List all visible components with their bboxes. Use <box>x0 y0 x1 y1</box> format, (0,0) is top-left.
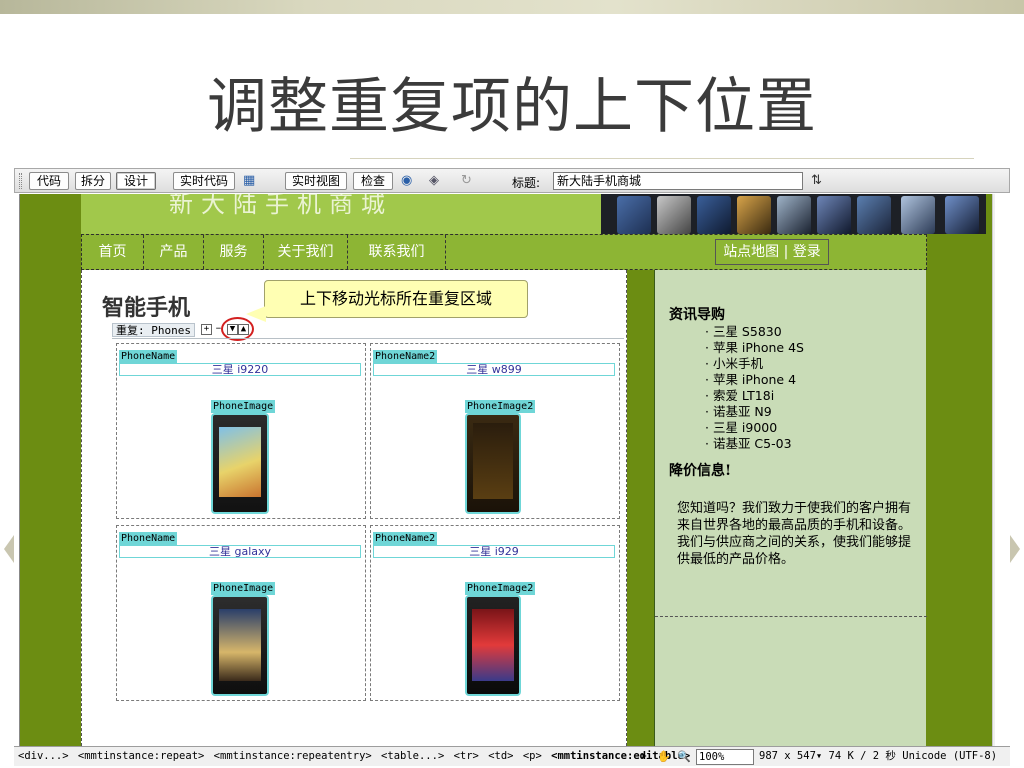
status-bar: <div...> <mmtinstance:repeat> <mmtinstan… <box>14 746 1010 766</box>
tag-path-item[interactable]: <table...> <box>381 750 444 762</box>
nav-item-products[interactable]: 产品 <box>144 235 204 269</box>
document-title-input[interactable]: 新大陆手机商城 <box>553 172 803 190</box>
tag-path-item[interactable]: <div...> <box>18 750 69 762</box>
live-code-button[interactable]: 实时代码 <box>173 172 235 190</box>
phone-name-field[interactable]: 三星 w899 <box>373 363 615 376</box>
callout-note: 上下移动光标所在重复区域 <box>264 280 528 318</box>
tag-path-item[interactable]: <mmtinstance:repeatentry> <box>214 750 372 762</box>
phone-cell[interactable]: PhoneName2 三星 w899 PhoneImage2 <box>370 343 620 519</box>
file-management-icon[interactable]: ▦ <box>243 173 255 189</box>
slide-title: 调整重复项的上下位置 <box>207 72 817 142</box>
visual-aids-icon[interactable]: ◈ <box>429 173 439 189</box>
vertical-scrollbar[interactable]: ▲ ▼ <box>992 194 995 746</box>
repeat-add-icon[interactable]: + <box>201 324 212 335</box>
sitemap-login-link[interactable]: 站点地图 | 登录 <box>715 239 829 265</box>
slide-prev-arrow-icon <box>4 535 14 563</box>
toolbar-grip[interactable] <box>19 173 22 189</box>
tag-selector: <div...> <mmtinstance:repeat> <mmtinstan… <box>18 747 693 765</box>
phone-name-tag: PhoneName <box>119 350 178 363</box>
repeat-region-label: 重复: Phones <box>112 323 195 337</box>
zoom-tool-icon[interactable]: 🔍 <box>676 749 692 765</box>
tag-path-item[interactable]: <mmtinstance:repeat> <box>78 750 204 762</box>
code-view-button[interactable]: 代码 <box>29 172 69 190</box>
phone-name-tag: PhoneName2 <box>373 350 438 363</box>
tag-path-item[interactable]: <tr> <box>454 750 479 762</box>
phone-image[interactable] <box>465 595 521 696</box>
document-toolbar: 代码 拆分 设计 实时代码 ▦ 实时视图 检查 ◉ ◈ ↻ 标题: 新大陆手机商… <box>14 168 1010 193</box>
phone-cell[interactable]: PhoneName 三星 i9220 PhoneImage <box>116 343 366 519</box>
zoom-select[interactable]: 100% <box>696 749 754 765</box>
hand-tool-icon[interactable]: ✋ <box>656 749 672 765</box>
browser-preview-icon[interactable]: ◉ <box>401 173 412 189</box>
main-content: 智能手机 上下移动光标所在重复区域 重复: Phones + − ▼ ▲ Pho… <box>81 270 627 746</box>
tag-path-item[interactable]: <p> <box>523 750 542 762</box>
design-view: 新大陆手机商城 首页 产品 服务 关于我们 联系我们 站点地图 | 登录 智能手… <box>19 194 995 746</box>
phone-name-field[interactable]: 三星 i9220 <box>119 363 361 376</box>
phone-image[interactable] <box>465 413 521 514</box>
phone-name-field[interactable]: 三星 i929 <box>373 545 615 558</box>
sidebar-heading-discount: 降价信息! <box>669 463 732 479</box>
sidebar-description: 您知道吗？我们致力于使我们的客户拥有来自世界各地的最高品质的手机和设备。我们与供… <box>677 501 912 567</box>
slide-top-bar <box>0 0 1024 14</box>
list-item[interactable]: 索爱 LT18i <box>705 388 804 404</box>
live-view-button[interactable]: 实时视图 <box>285 172 347 190</box>
nav-item-about[interactable]: 关于我们 <box>264 235 348 269</box>
tag-path-item[interactable]: <td> <box>488 750 513 762</box>
section-title: 智能手机 <box>102 295 191 321</box>
phone-cell[interactable]: PhoneName2 三星 i929 PhoneImage2 <box>370 525 620 701</box>
list-item[interactable]: 苹果 iPhone 4S <box>705 340 804 356</box>
nav-item-contact[interactable]: 联系我们 <box>348 235 446 269</box>
nav-bar: 首页 产品 服务 关于我们 联系我们 站点地图 | 登录 <box>81 234 927 270</box>
phone-image[interactable] <box>211 413 269 514</box>
list-item[interactable]: 三星 S5830 <box>705 324 804 340</box>
phone-image-tag: PhoneImage2 <box>465 582 536 595</box>
banner-phones-image <box>601 194 986 234</box>
phone-name-tag: PhoneName2 <box>373 532 438 545</box>
list-item[interactable]: 苹果 iPhone 4 <box>705 372 804 388</box>
repeat-region: PhoneName 三星 i9220 PhoneImage PhoneName2… <box>112 338 624 738</box>
design-view-button[interactable]: 设计 <box>116 172 156 190</box>
window-size-info: 987 x 547▾ 74 K / 2 秒 Unicode (UTF-8) <box>759 750 998 762</box>
slide-next-arrow-icon <box>1010 535 1020 563</box>
site-banner: 新大陆手机商城 <box>81 194 986 234</box>
sidebar-divider <box>655 616 927 617</box>
nav-item-home[interactable]: 首页 <box>82 235 144 269</box>
phone-image-tag: PhoneImage <box>211 582 276 595</box>
sidebar: 资讯导购 三星 S5830 苹果 iPhone 4S 小米手机 苹果 iPhon… <box>654 270 927 746</box>
refresh-icon[interactable]: ↻ <box>461 173 472 189</box>
site-logo-text: 新大陆手机商城 <box>169 194 393 218</box>
phone-image-tag: PhoneImage <box>211 400 276 413</box>
list-item[interactable]: 小米手机 <box>705 356 804 372</box>
file-transfer-icon[interactable]: ⇅ <box>811 173 822 189</box>
phone-image[interactable] <box>211 595 269 696</box>
list-item[interactable]: 诺基亚 C5-03 <box>705 436 804 452</box>
sidebar-heading-guide: 资讯导购 <box>669 307 725 323</box>
inspect-button[interactable]: 检查 <box>353 172 393 190</box>
title-label: 标题: <box>512 176 541 190</box>
split-view-button[interactable]: 拆分 <box>75 172 111 190</box>
list-item[interactable]: 三星 i9000 <box>705 420 804 436</box>
phone-image-tag: PhoneImage2 <box>465 400 536 413</box>
pointer-tool-icon[interactable]: ➤ <box>636 749 652 765</box>
phone-name-field[interactable]: 三星 galaxy <box>119 545 361 558</box>
list-item[interactable]: 诺基亚 N9 <box>705 404 804 420</box>
nav-item-services[interactable]: 服务 <box>204 235 264 269</box>
sidebar-product-list: 三星 S5830 苹果 iPhone 4S 小米手机 苹果 iPhone 4 索… <box>705 324 804 452</box>
phone-name-tag: PhoneName <box>119 532 178 545</box>
slide-divider <box>350 158 974 159</box>
phone-cell[interactable]: PhoneName 三星 galaxy PhoneImage <box>116 525 366 701</box>
